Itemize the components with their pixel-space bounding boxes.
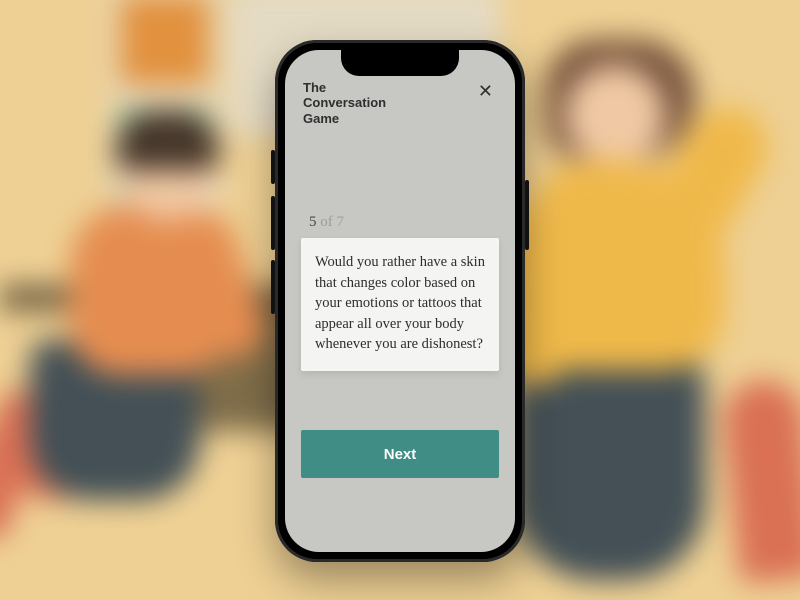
volume-up-button: [271, 196, 275, 250]
app-title: The Conversation Game: [303, 80, 386, 126]
question-text: Would you rather have a skin that change…: [315, 254, 485, 352]
power-button: [525, 180, 529, 250]
progress-counter: 5 of 7: [309, 214, 344, 231]
app-header: The Conversation Game ✕: [303, 80, 497, 126]
progress-separator: of: [317, 214, 337, 230]
volume-down-button: [271, 260, 275, 314]
mute-switch: [271, 150, 275, 184]
question-card: Would you rather have a skin that change…: [301, 238, 499, 371]
phone-screen: The Conversation Game ✕ 5 of 7 Would you…: [285, 50, 515, 552]
mockup-stage: The Conversation Game ✕ 5 of 7 Would you…: [0, 0, 800, 600]
close-icon[interactable]: ✕: [474, 80, 497, 102]
progress-current: 5: [309, 214, 317, 230]
next-button[interactable]: Next: [301, 430, 499, 478]
notch: [341, 50, 459, 76]
next-button-label: Next: [384, 446, 417, 463]
progress-total: 7: [337, 214, 345, 230]
phone-frame: The Conversation Game ✕ 5 of 7 Would you…: [275, 40, 525, 562]
